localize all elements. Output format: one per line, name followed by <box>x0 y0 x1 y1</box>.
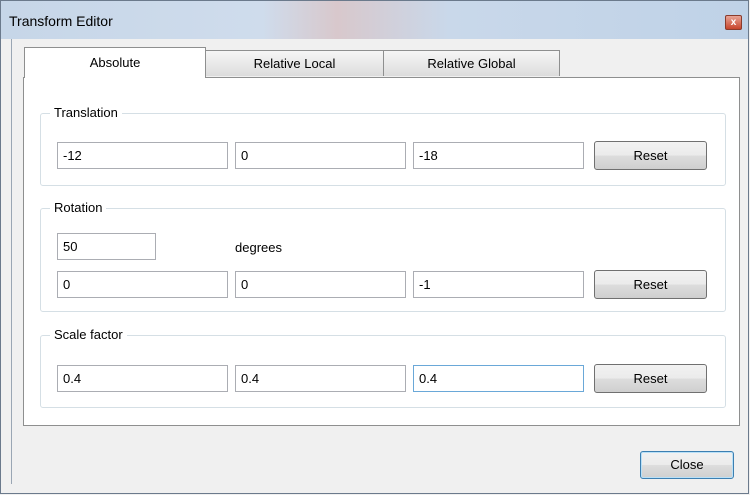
rotation-axis-x-input[interactable]: 0 <box>57 271 228 298</box>
rotation-axis-y-input[interactable]: 0 <box>235 271 406 298</box>
rotation-group-label: Rotation <box>50 200 107 215</box>
rotation-angle-input[interactable]: 50 <box>57 233 156 260</box>
translation-x-input[interactable]: -12 <box>57 142 228 169</box>
tab-relative-global[interactable]: Relative Global <box>383 50 560 76</box>
window-title: Transform Editor <box>9 13 113 29</box>
scale-reset-button[interactable]: Reset <box>594 364 707 393</box>
window-close-icon[interactable]: x <box>725 15 742 30</box>
close-button[interactable]: Close <box>640 451 734 479</box>
tab-absolute[interactable]: Absolute <box>24 47 206 78</box>
scale-group-label: Scale factor <box>50 327 127 342</box>
scale-y-input[interactable]: 0.4 <box>235 365 406 392</box>
title-bar[interactable]: Transform Editor x <box>1 1 748 39</box>
rotation-angle-unit-label: degrees <box>235 240 282 255</box>
tab-relative-local[interactable]: Relative Local <box>205 50 384 76</box>
scale-z-input[interactable]: 0.4 <box>413 365 584 392</box>
translation-group-label: Translation <box>50 105 122 120</box>
translation-y-input[interactable]: 0 <box>235 142 406 169</box>
translation-reset-button[interactable]: Reset <box>594 141 707 170</box>
translation-z-input[interactable]: -18 <box>413 142 584 169</box>
rotation-reset-button[interactable]: Reset <box>594 270 707 299</box>
rotation-axis-z-input[interactable]: -1 <box>413 271 584 298</box>
scale-x-input[interactable]: 0.4 <box>57 365 228 392</box>
